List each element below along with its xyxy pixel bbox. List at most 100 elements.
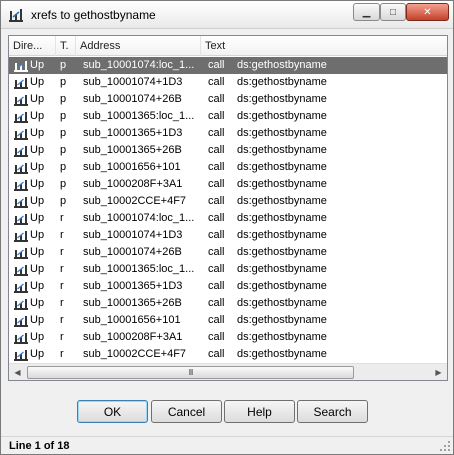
- direction-cell: Up: [14, 312, 58, 329]
- column-header-type[interactable]: T.: [56, 36, 76, 56]
- horizontal-scrollbar[interactable]: ◀ III ▶: [9, 363, 447, 380]
- type-cell: p: [60, 93, 67, 105]
- table-row[interactable]: Up r sub_10001074:loc_1... call ds:gethostby…: [9, 210, 447, 227]
- table-row[interactable]: Up p sub_10001074:loc_1... call ds:gethostby…: [9, 57, 447, 74]
- close-button[interactable]: ✕: [406, 3, 449, 21]
- table-row[interactable]: Up p sub_10001074+26B call ds:gethostbyname: [9, 91, 447, 108]
- direction-text: Up: [30, 263, 45, 275]
- xref-up-icon: [14, 60, 28, 72]
- table-row[interactable]: Up r sub_1000208F+3A1 call ds:gethostbyname: [9, 329, 447, 346]
- column-header-direction[interactable]: Dire...: [9, 36, 56, 56]
- scroll-right-button[interactable]: ▶: [430, 364, 447, 380]
- xref-up-icon: [14, 145, 28, 157]
- direction-text: Up: [30, 110, 45, 122]
- address-cell: sub_10001074:loc_1...: [83, 59, 195, 71]
- operand-cell: ds:gethostbyname: [237, 280, 327, 292]
- instruction-cell: call: [208, 331, 225, 343]
- type-cell: r: [60, 280, 64, 292]
- direction-cell: Up: [14, 346, 58, 363]
- table-row[interactable]: Up r sub_10001365+26B call ds:gethostbyname: [9, 295, 447, 312]
- resize-grip-icon[interactable]: [439, 440, 451, 452]
- table-row[interactable]: Up p sub_10001365+26B call ds:gethostbyname: [9, 142, 447, 159]
- direction-cell: Up: [14, 227, 58, 244]
- cancel-button[interactable]: Cancel: [151, 400, 222, 423]
- title-bar[interactable]: xrefs to gethostbyname ▁ □ ✕: [1, 1, 453, 29]
- instruction-cell: call: [208, 297, 225, 309]
- direction-text: Up: [30, 331, 45, 343]
- address-cell: sub_1000208F+3A1: [83, 178, 183, 190]
- table-row[interactable]: Up r sub_10001074+26B call ds:gethostbyname: [9, 244, 447, 261]
- direction-text: Up: [30, 59, 45, 71]
- scrollbar-grip: III: [188, 368, 194, 377]
- table-row[interactable]: Up r sub_10001074+1D3 call ds:gethostbyname: [9, 227, 447, 244]
- operand-cell: ds:gethostbyname: [237, 212, 327, 224]
- type-cell: p: [60, 127, 67, 139]
- address-cell: sub_10001656+101: [83, 161, 181, 173]
- column-header-address[interactable]: Address: [76, 36, 201, 56]
- type-cell: r: [60, 263, 64, 275]
- close-icon: ✕: [423, 6, 432, 18]
- type-cell: r: [60, 348, 64, 360]
- type-cell: p: [60, 178, 67, 190]
- table-row[interactable]: Up r sub_10001656+101 call ds:gethostbyname: [9, 312, 447, 329]
- scrollbar-thumb[interactable]: III: [27, 366, 354, 379]
- table-row[interactable]: Up r sub_10001365+1D3 call ds:gethostbyname: [9, 278, 447, 295]
- ok-button[interactable]: OK: [77, 400, 148, 423]
- direction-cell: Up: [14, 125, 58, 142]
- operand-cell: ds:gethostbyname: [237, 76, 327, 88]
- operand-cell: ds:gethostbyname: [237, 144, 327, 156]
- direction-cell: Up: [14, 329, 58, 346]
- instruction-cell: call: [208, 229, 225, 241]
- table-row[interactable]: Up p sub_10001365:loc_1... call ds:gethostby…: [9, 108, 447, 125]
- scroll-left-icon: ◀: [14, 368, 21, 377]
- xref-up-icon: [14, 196, 28, 208]
- scroll-left-button[interactable]: ◀: [9, 364, 26, 380]
- address-cell: sub_10002CCE+4F7: [83, 348, 187, 360]
- xref-up-icon: [14, 332, 28, 344]
- direction-text: Up: [30, 229, 45, 241]
- direction-cell: Up: [14, 193, 58, 210]
- instruction-cell: call: [208, 212, 225, 224]
- maximize-icon: □: [389, 6, 397, 18]
- table-row[interactable]: Up p sub_10001074+1D3 call ds:gethostbyname: [9, 74, 447, 91]
- address-cell: sub_10001365+26B: [83, 297, 182, 309]
- table-row[interactable]: Up p sub_1000208F+3A1 call ds:gethostbyname: [9, 176, 447, 193]
- help-button[interactable]: Help: [224, 400, 295, 423]
- direction-cell: Up: [14, 278, 58, 295]
- direction-text: Up: [30, 195, 45, 207]
- table-row[interactable]: Up p sub_10001365+1D3 call ds:gethostbyname: [9, 125, 447, 142]
- xref-up-icon: [14, 247, 28, 259]
- operand-cell: ds:gethostbyname: [237, 348, 327, 360]
- window-title: xrefs to gethostbyname: [31, 8, 156, 22]
- column-header-text[interactable]: Text: [201, 36, 447, 56]
- operand-cell: ds:gethostbyname: [237, 127, 327, 139]
- type-cell: p: [60, 76, 67, 88]
- maximize-button[interactable]: □: [380, 3, 406, 21]
- operand-cell: ds:gethostbyname: [237, 314, 327, 326]
- xrefs-dialog: xrefs to gethostbyname ▁ □ ✕ Dire... T. …: [0, 0, 454, 455]
- list-rows: Up p sub_10001074:loc_1... call ds:gethostby…: [9, 57, 447, 363]
- table-row[interactable]: Up p sub_10002CCE+4F7 call ds:gethostbyname: [9, 193, 447, 210]
- operand-cell: ds:gethostbyname: [237, 110, 327, 122]
- direction-cell: Up: [14, 210, 58, 227]
- table-row[interactable]: Up r sub_10001365:loc_1... call ds:gethostby…: [9, 261, 447, 278]
- direction-text: Up: [30, 144, 45, 156]
- search-button[interactable]: Search: [297, 400, 368, 423]
- instruction-cell: call: [208, 246, 225, 258]
- instruction-cell: call: [208, 178, 225, 190]
- operand-cell: ds:gethostbyname: [237, 263, 327, 275]
- direction-cell: Up: [14, 57, 58, 74]
- type-cell: p: [60, 144, 67, 156]
- minimize-button[interactable]: ▁: [353, 3, 380, 21]
- table-row[interactable]: Up p sub_10001656+101 call ds:gethostbyname: [9, 159, 447, 176]
- xref-up-icon: [14, 264, 28, 276]
- xref-list[interactable]: Dire... T. Address Text Up p sub_10001074:…: [8, 35, 448, 381]
- table-row[interactable]: Up r sub_10002CCE+4F7 call ds:gethostbyname: [9, 346, 447, 363]
- xref-up-icon: [14, 77, 28, 89]
- direction-cell: Up: [14, 159, 58, 176]
- address-cell: sub_10001074:loc_1...: [83, 212, 195, 224]
- operand-cell: ds:gethostbyname: [237, 59, 327, 71]
- direction-text: Up: [30, 161, 45, 173]
- xref-up-icon: [14, 349, 28, 361]
- xref-icon: [9, 9, 23, 22]
